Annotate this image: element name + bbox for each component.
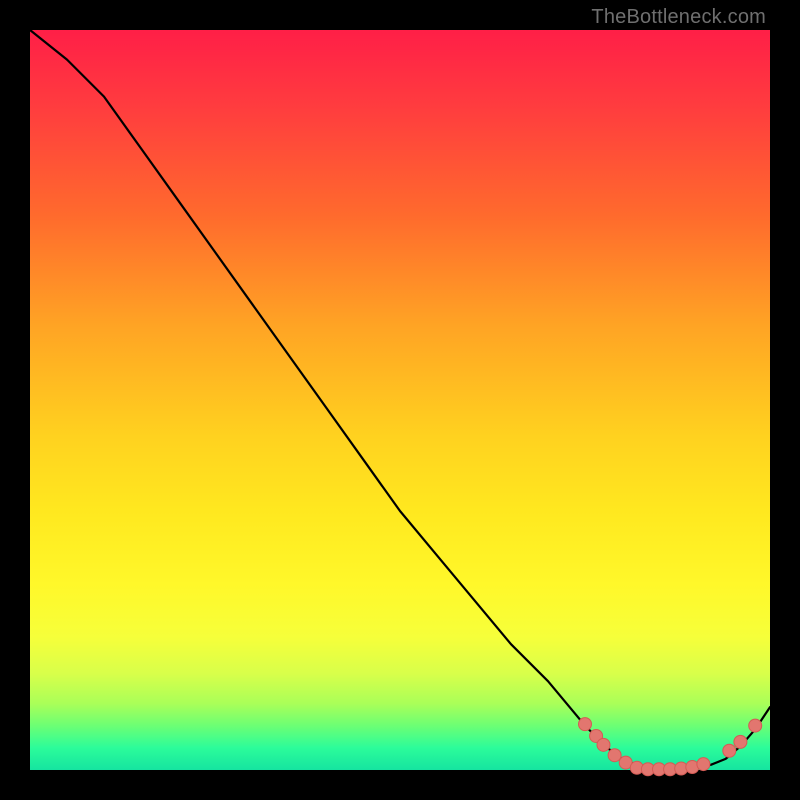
curve-marker bbox=[723, 744, 736, 757]
chart-frame: TheBottleneck.com bbox=[0, 0, 800, 800]
curve-marker bbox=[579, 718, 592, 731]
curve-marker bbox=[749, 719, 762, 732]
bottleneck-curve bbox=[30, 30, 770, 769]
curve-marker bbox=[608, 749, 621, 762]
watermark-label: TheBottleneck.com bbox=[591, 6, 766, 29]
curve-svg bbox=[30, 30, 770, 770]
curve-markers bbox=[579, 718, 762, 776]
curve-marker bbox=[697, 758, 710, 771]
curve-marker bbox=[734, 735, 747, 748]
plot-area bbox=[30, 30, 770, 770]
curve-marker bbox=[597, 738, 610, 751]
